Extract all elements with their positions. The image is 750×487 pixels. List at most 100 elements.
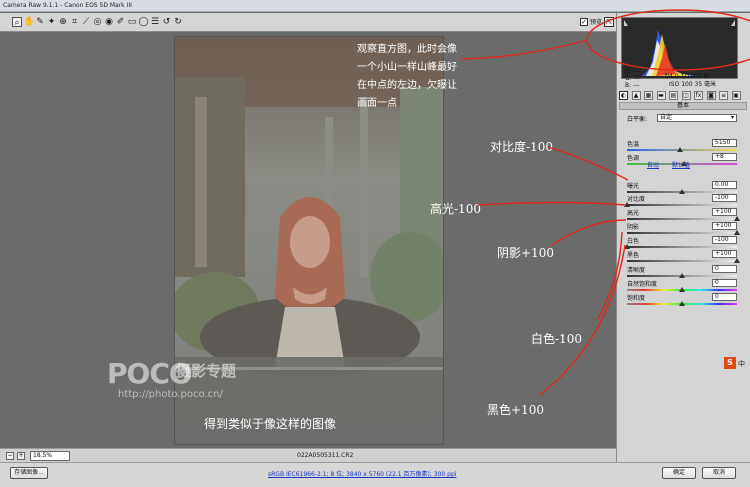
slider-label-clarity: 清晰度 <box>627 267 646 274</box>
watermark-url: http://photo.poco.cn/ <box>118 389 223 400</box>
tone-curve-tab-icon[interactable]: ▲ <box>631 91 641 100</box>
cancel-button[interactable]: 取消 <box>702 467 736 479</box>
adjustments-panel: R: --- G: --- B: --- f/4.0 1/1000 秒 ISO … <box>616 13 750 462</box>
highlight-clip-icon <box>731 20 735 26</box>
presets-tab-icon[interactable]: ≡ <box>719 91 728 100</box>
slider-label-tint: 色调 <box>627 155 640 162</box>
slider-value-clarity[interactable]: 0 <box>712 265 737 273</box>
camera-raw-window: Camera Raw 9.1.1 - Canon EOS 5D Mark III… <box>0 0 750 487</box>
slider-thumb-whites[interactable] <box>624 244 630 249</box>
slider-value-vibrance[interactable]: 0 <box>712 279 737 287</box>
detail-tab-icon[interactable]: ▦ <box>644 91 653 100</box>
slider-thumb-blacks[interactable] <box>734 258 740 263</box>
preferences-icon[interactable]: ☰ <box>150 17 160 27</box>
slider-value-shadows[interactable]: +100 <box>712 222 737 230</box>
slider-thumb-saturation[interactable] <box>679 301 685 306</box>
ime-label[interactable]: 中 <box>738 359 745 369</box>
ok-button[interactable]: 确定 <box>662 467 696 479</box>
rotate-ccw-icon[interactable]: ↺ <box>162 17 172 27</box>
wb-value: 自定 <box>660 114 673 121</box>
radial-filter-icon[interactable]: ◯ <box>139 17 149 27</box>
targeted-adjust-icon[interactable]: ⊕ <box>58 17 68 27</box>
window-titlebar: Camera Raw 9.1.1 - Canon EOS 5D Mark III <box>0 0 750 12</box>
slider-thumb-temp[interactable] <box>676 147 683 152</box>
slider-value-contrast[interactable]: -100 <box>712 194 737 202</box>
slider-track-highlights[interactable] <box>627 218 737 220</box>
slider-label-temp: 色温 <box>627 141 640 148</box>
hsl-tab-icon[interactable]: ▬ <box>656 91 666 100</box>
annotation-highlights: 高光-100 <box>430 202 481 216</box>
slider-value-highlights[interactable]: +100 <box>712 208 737 216</box>
slider-track-whites[interactable] <box>627 246 737 248</box>
lens-tab-icon[interactable]: ◫ <box>681 91 691 100</box>
slider-thumb-clarity[interactable] <box>679 273 685 278</box>
straighten-icon[interactable]: ⟋ <box>81 17 91 27</box>
slider-track-blacks[interactable] <box>627 260 737 262</box>
slider-track-contrast[interactable] <box>627 204 737 206</box>
slider-value-temp[interactable]: 5150 <box>712 139 737 147</box>
graduated-filter-icon[interactable]: ▭ <box>127 17 137 27</box>
slider-label-saturation: 饱和度 <box>627 295 646 302</box>
workflow-options-link[interactable]: sRGB IEC61966-2.1; 8 位; 3840 x 5760 (22.… <box>268 469 456 478</box>
color-sampler-icon[interactable]: ✦ <box>47 17 57 27</box>
zoom-level-select[interactable]: 18.5% <box>30 451 70 461</box>
zoom-out-icon[interactable]: − <box>6 452 14 460</box>
slider-label-highlights: 高光 <box>627 210 640 217</box>
crop-icon[interactable]: ⌗ <box>70 17 80 27</box>
zoom-icon[interactable]: ⌕ <box>12 17 22 28</box>
window-title: Camera Raw 9.1.1 - Canon EOS 5D Mark III <box>3 2 132 9</box>
spot-removal-icon[interactable]: ◎ <box>93 17 103 27</box>
rgb-r: R: --- <box>625 68 640 75</box>
slider-thumb-contrast[interactable] <box>624 202 630 207</box>
slider-value-tint[interactable]: +8 <box>712 153 737 161</box>
zoom-bar: − + 18.5% 022A0505311.CR2 <box>0 448 616 462</box>
annotation-shadows: 阴影+100 <box>497 246 554 260</box>
slider-track-shadows[interactable] <box>627 232 737 234</box>
rotate-cw-icon[interactable]: ↻ <box>173 17 183 27</box>
annotation-blacks: 黑色+100 <box>487 403 544 417</box>
slider-thumb-shadows[interactable] <box>734 230 740 235</box>
shadow-clip-icon <box>624 20 628 26</box>
annotation-contrast: 对比度-100 <box>490 140 553 154</box>
ime-logo-icon[interactable]: S <box>724 357 736 369</box>
red-eye-icon[interactable]: ◉ <box>104 17 114 27</box>
annotation-result: 得到类似于像这样的图像 <box>204 417 337 431</box>
slider-label-vibrance: 自然饱和度 <box>627 281 658 288</box>
slider-label-shadows: 阴影 <box>627 224 640 231</box>
rgb-g: G: --- <box>625 75 641 82</box>
hand-icon[interactable]: ✋ <box>24 17 35 27</box>
fullscreen-icon[interactable]: ⇱ <box>604 17 614 27</box>
file-name: 022A0505311.CR2 <box>297 452 354 459</box>
slider-value-blacks[interactable]: +100 <box>712 250 737 258</box>
footer-bar: 存储图像... sRGB IEC61966-2.1; 8 位; 3840 x 5… <box>0 462 750 487</box>
slider-row-vibrance: 自然饱和度 0 <box>627 279 737 293</box>
slider-row-exposure: 曝光 0.00 <box>627 181 737 195</box>
rgb-b: B: --- <box>625 82 640 89</box>
slider-value-saturation[interactable]: 0 <box>712 293 737 301</box>
default-link[interactable]: 默认值 <box>672 160 690 169</box>
slider-row-contrast: 对比度 -100 <box>624 194 737 208</box>
brush-icon[interactable]: ✐ <box>116 17 126 27</box>
auto-link[interactable]: 自动 <box>647 160 659 169</box>
slider-row-saturation: 饱和度 0 <box>627 293 737 307</box>
save-image-button[interactable]: 存储图像... <box>10 467 48 479</box>
slider-value-whites[interactable]: -100 <box>712 236 737 244</box>
annotation-whites: 白色-100 <box>531 332 582 346</box>
camera-calibration-tab-icon[interactable]: ◙ <box>706 91 716 100</box>
slider-label-exposure: 曝光 <box>627 183 640 190</box>
zoom-in-icon[interactable]: + <box>17 452 25 460</box>
effects-tab-icon[interactable]: fx <box>694 91 703 100</box>
preview-label: 预览 <box>590 19 603 26</box>
slider-thumb-vibrance[interactable] <box>679 287 685 292</box>
basic-tab-icon[interactable]: ◐ <box>619 91 628 100</box>
slider-value-exposure[interactable]: 0.00 <box>712 181 737 189</box>
snapshots-tab-icon[interactable]: ▣ <box>731 91 741 100</box>
slider-thumb-highlights[interactable] <box>734 216 740 221</box>
white-balance-icon[interactable]: ✎ <box>35 17 45 27</box>
watermark-brand-cn: 摄影专题 <box>176 362 237 380</box>
preview-checkbox[interactable]: ✓ <box>580 18 588 26</box>
annotation-histogram-note: 观察直方图，此时会像 一个小山一样山峰最好 在中点的左边，欠曝让 画面一点 <box>357 44 457 109</box>
split-toning-tab-icon[interactable]: ▤ <box>669 91 678 100</box>
section-title: 基本 <box>619 102 747 110</box>
wb-select[interactable]: 自定 ▾ <box>657 114 737 122</box>
